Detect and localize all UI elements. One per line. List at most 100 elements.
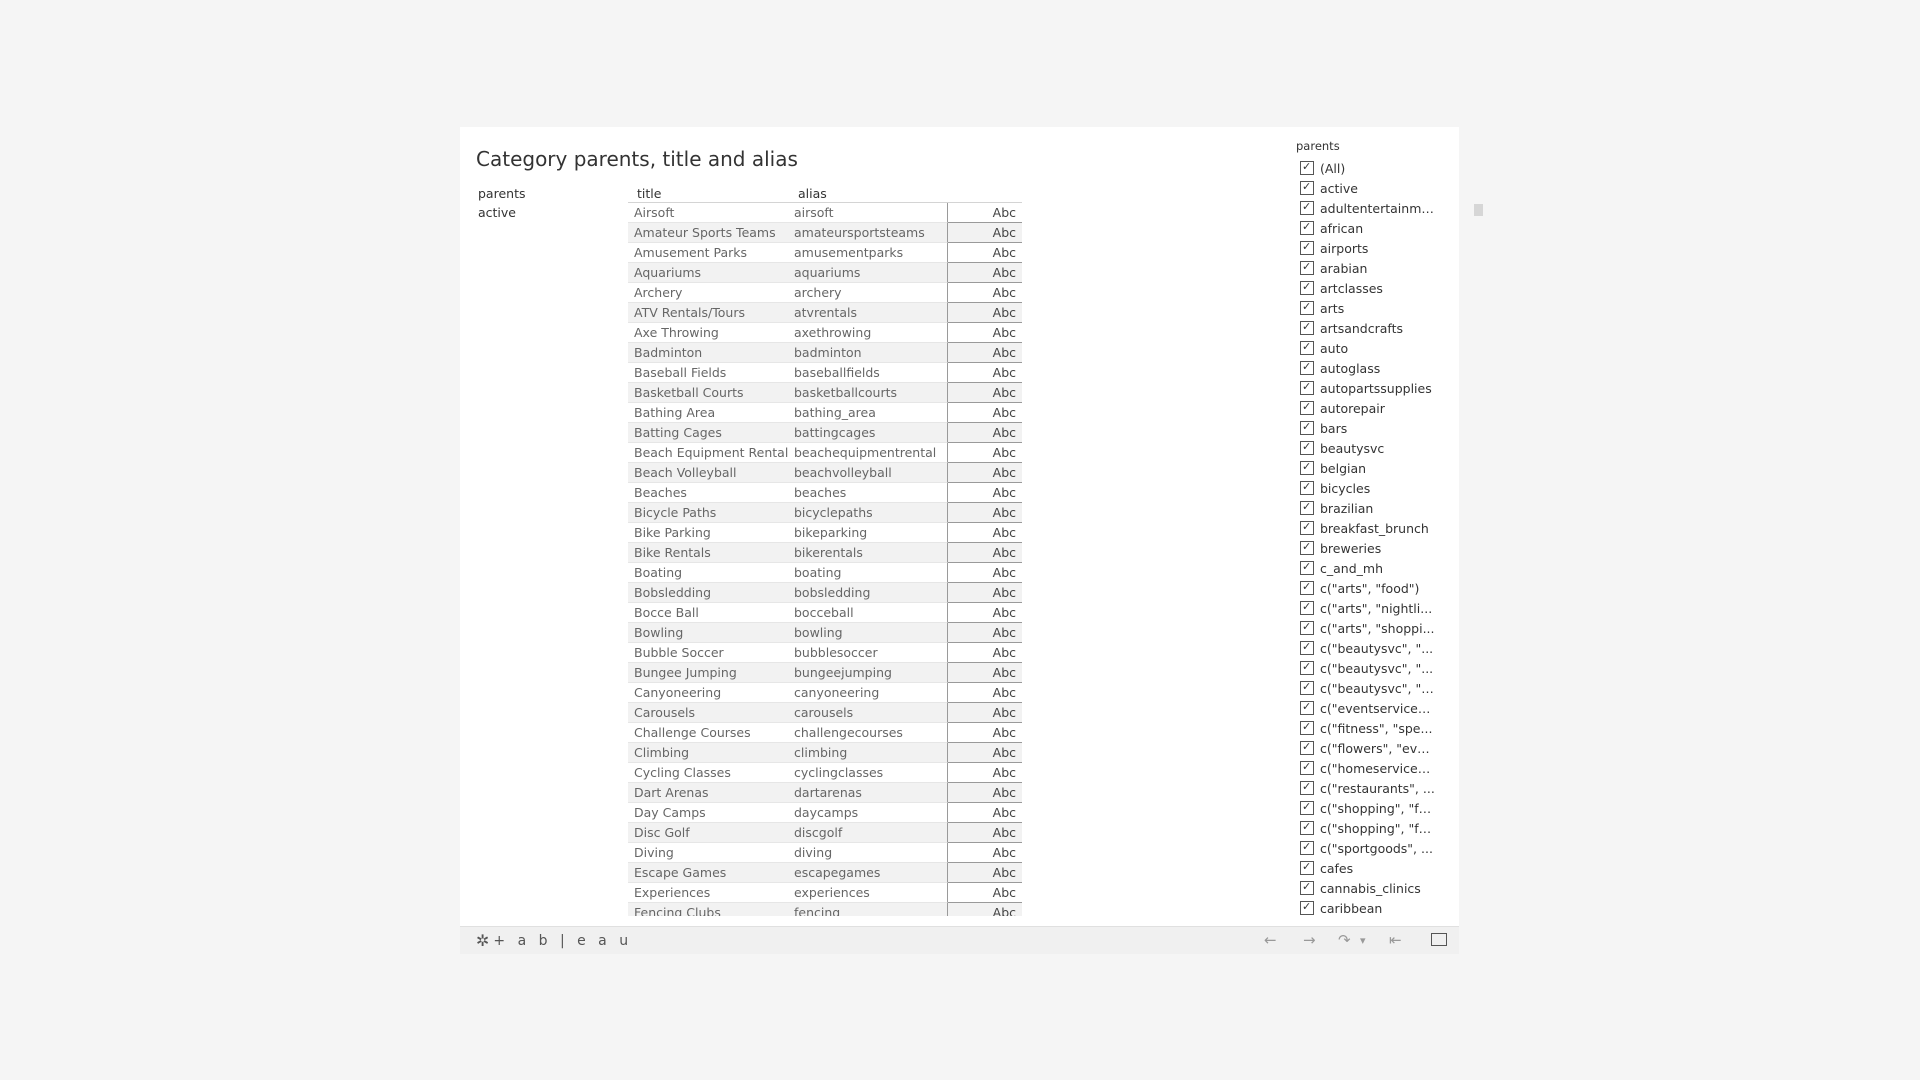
filter-item[interactable]: c("restaurants", ... [1296,778,1446,798]
checkbox-checked-icon[interactable] [1300,161,1314,175]
tableau-logo[interactable]: ✲ + a b | e a u [476,931,632,950]
table-row[interactable]: Bike Rentals bikerentals Abc [628,543,1022,563]
checkbox-checked-icon[interactable] [1300,181,1314,195]
filter-item[interactable]: c("fitness", "spe... [1296,718,1446,738]
filter-item[interactable]: caribbean [1296,898,1446,918]
filter-item[interactable]: belgian [1296,458,1446,478]
checkbox-checked-icon[interactable] [1300,241,1314,255]
filter-item[interactable]: bicycles [1296,478,1446,498]
column-header-title[interactable]: title [637,186,661,201]
table-row[interactable]: Bathing Area bathing_area Abc [628,403,1022,423]
filter-item[interactable]: c("beautysvc", "... [1296,658,1446,678]
checkbox-checked-icon[interactable] [1300,301,1314,315]
checkbox-checked-icon[interactable] [1300,801,1314,815]
filter-item[interactable]: breakfast_brunch [1296,518,1446,538]
table-row[interactable]: Cycling Classes cyclingclasses Abc [628,763,1022,783]
table-row[interactable]: Beach Equipment Rentals beachequipmentren… [628,443,1022,463]
table-row[interactable]: Bicycle Paths bicyclepaths Abc [628,503,1022,523]
filter-item[interactable]: c("eventservices... [1296,698,1446,718]
table-row[interactable]: Challenge Courses challengecourses Abc [628,723,1022,743]
checkbox-checked-icon[interactable] [1300,741,1314,755]
table-row[interactable]: ATV Rentals/Tours atvrentals Abc [628,303,1022,323]
checkbox-checked-icon[interactable] [1300,901,1314,915]
filter-item[interactable]: c("arts", "food") [1296,578,1446,598]
table-row[interactable]: Day Camps daycamps Abc [628,803,1022,823]
redo-icon[interactable]: → [1303,931,1316,949]
checkbox-checked-icon[interactable] [1300,721,1314,735]
filter-item[interactable]: c("sportgoods", ... [1296,838,1446,858]
table-row[interactable]: Dart Arenas dartarenas Abc [628,783,1022,803]
table-row[interactable]: Archery archery Abc [628,283,1022,303]
table-row[interactable]: Climbing climbing Abc [628,743,1022,763]
checkbox-checked-icon[interactable] [1300,681,1314,695]
checkbox-checked-icon[interactable] [1300,621,1314,635]
revert-icon[interactable]: ↷ [1338,931,1351,949]
filter-item[interactable]: airports [1296,238,1446,258]
filter-item[interactable]: c("flowers", "eve... [1296,738,1446,758]
checkbox-checked-icon[interactable] [1300,261,1314,275]
fullscreen-icon[interactable] [1431,933,1447,946]
table-row[interactable]: Disc Golf discgolf Abc [628,823,1022,843]
filter-item[interactable]: autorepair [1296,398,1446,418]
filter-item[interactable]: cannabis_clinics [1296,878,1446,898]
filter-item[interactable]: c("homeservices... [1296,758,1446,778]
scrollbar-thumb[interactable] [1474,204,1483,216]
checkbox-checked-icon[interactable] [1300,201,1314,215]
filter-item[interactable]: breweries [1296,538,1446,558]
checkbox-checked-icon[interactable] [1300,521,1314,535]
checkbox-checked-icon[interactable] [1300,561,1314,575]
checkbox-checked-icon[interactable] [1300,321,1314,335]
checkbox-checked-icon[interactable] [1300,501,1314,515]
checkbox-checked-icon[interactable] [1300,281,1314,295]
filter-item[interactable]: brazilian [1296,498,1446,518]
filter-item[interactable]: artclasses [1296,278,1446,298]
filter-item[interactable]: adultentertainme... [1296,198,1446,218]
checkbox-checked-icon[interactable] [1300,541,1314,555]
checkbox-checked-icon[interactable] [1300,461,1314,475]
table-row[interactable]: Beaches beaches Abc [628,483,1022,503]
undo-icon[interactable]: ← [1264,931,1277,949]
table-row[interactable]: Experiences experiences Abc [628,883,1022,903]
filter-item[interactable]: auto [1296,338,1446,358]
table-row[interactable]: Bungee Jumping bungeejumping Abc [628,663,1022,683]
filter-item[interactable]: african [1296,218,1446,238]
checkbox-checked-icon[interactable] [1300,781,1314,795]
filter-item[interactable]: arabian [1296,258,1446,278]
filter-item[interactable]: arts [1296,298,1446,318]
table-row[interactable]: Bubble Soccer bubblesoccer Abc [628,643,1022,663]
filter-item[interactable]: beautysvc [1296,438,1446,458]
table-row[interactable]: Amateur Sports Teams amateursportsteams Ab… [628,223,1022,243]
revert-dropdown-icon[interactable]: ▾ [1360,934,1366,947]
checkbox-checked-icon[interactable] [1300,861,1314,875]
checkbox-checked-icon[interactable] [1300,641,1314,655]
table-row[interactable]: Airsoft airsoft Abc [628,203,1022,223]
filter-item[interactable]: bars [1296,418,1446,438]
parent-value[interactable]: active [478,205,516,220]
filter-item[interactable]: c("arts", "nightli... [1296,598,1446,618]
filter-item[interactable]: c("beautysvc", "... [1296,638,1446,658]
table-row[interactable]: Bike Parking bikeparking Abc [628,523,1022,543]
filter-item[interactable]: autoglass [1296,358,1446,378]
table-row[interactable]: Batting Cages battingcages Abc [628,423,1022,443]
checkbox-checked-icon[interactable] [1300,601,1314,615]
filter-item[interactable]: autopartssupplies [1296,378,1446,398]
table-row[interactable]: Bobsledding bobsledding Abc [628,583,1022,603]
filter-item[interactable]: c_and_mh [1296,558,1446,578]
table-row[interactable]: Fencing Clubs fencing Abc [628,903,1022,916]
checkbox-checked-icon[interactable] [1300,341,1314,355]
checkbox-checked-icon[interactable] [1300,401,1314,415]
table-row[interactable]: Diving diving Abc [628,843,1022,863]
table-row[interactable]: Badminton badminton Abc [628,343,1022,363]
checkbox-checked-icon[interactable] [1300,441,1314,455]
checkbox-checked-icon[interactable] [1300,581,1314,595]
table-row[interactable]: Basketball Courts basketballcourts Abc [628,383,1022,403]
checkbox-checked-icon[interactable] [1300,221,1314,235]
checkbox-checked-icon[interactable] [1300,881,1314,895]
table-row[interactable]: Beach Volleyball beachvolleyball Abc [628,463,1022,483]
checkbox-checked-icon[interactable] [1300,821,1314,835]
checkbox-checked-icon[interactable] [1300,841,1314,855]
filter-item[interactable]: (All) [1296,158,1446,178]
checkbox-checked-icon[interactable] [1300,361,1314,375]
filter-item[interactable]: artsandcrafts [1296,318,1446,338]
filter-item[interactable]: c("shopping", "fa... [1296,798,1446,818]
